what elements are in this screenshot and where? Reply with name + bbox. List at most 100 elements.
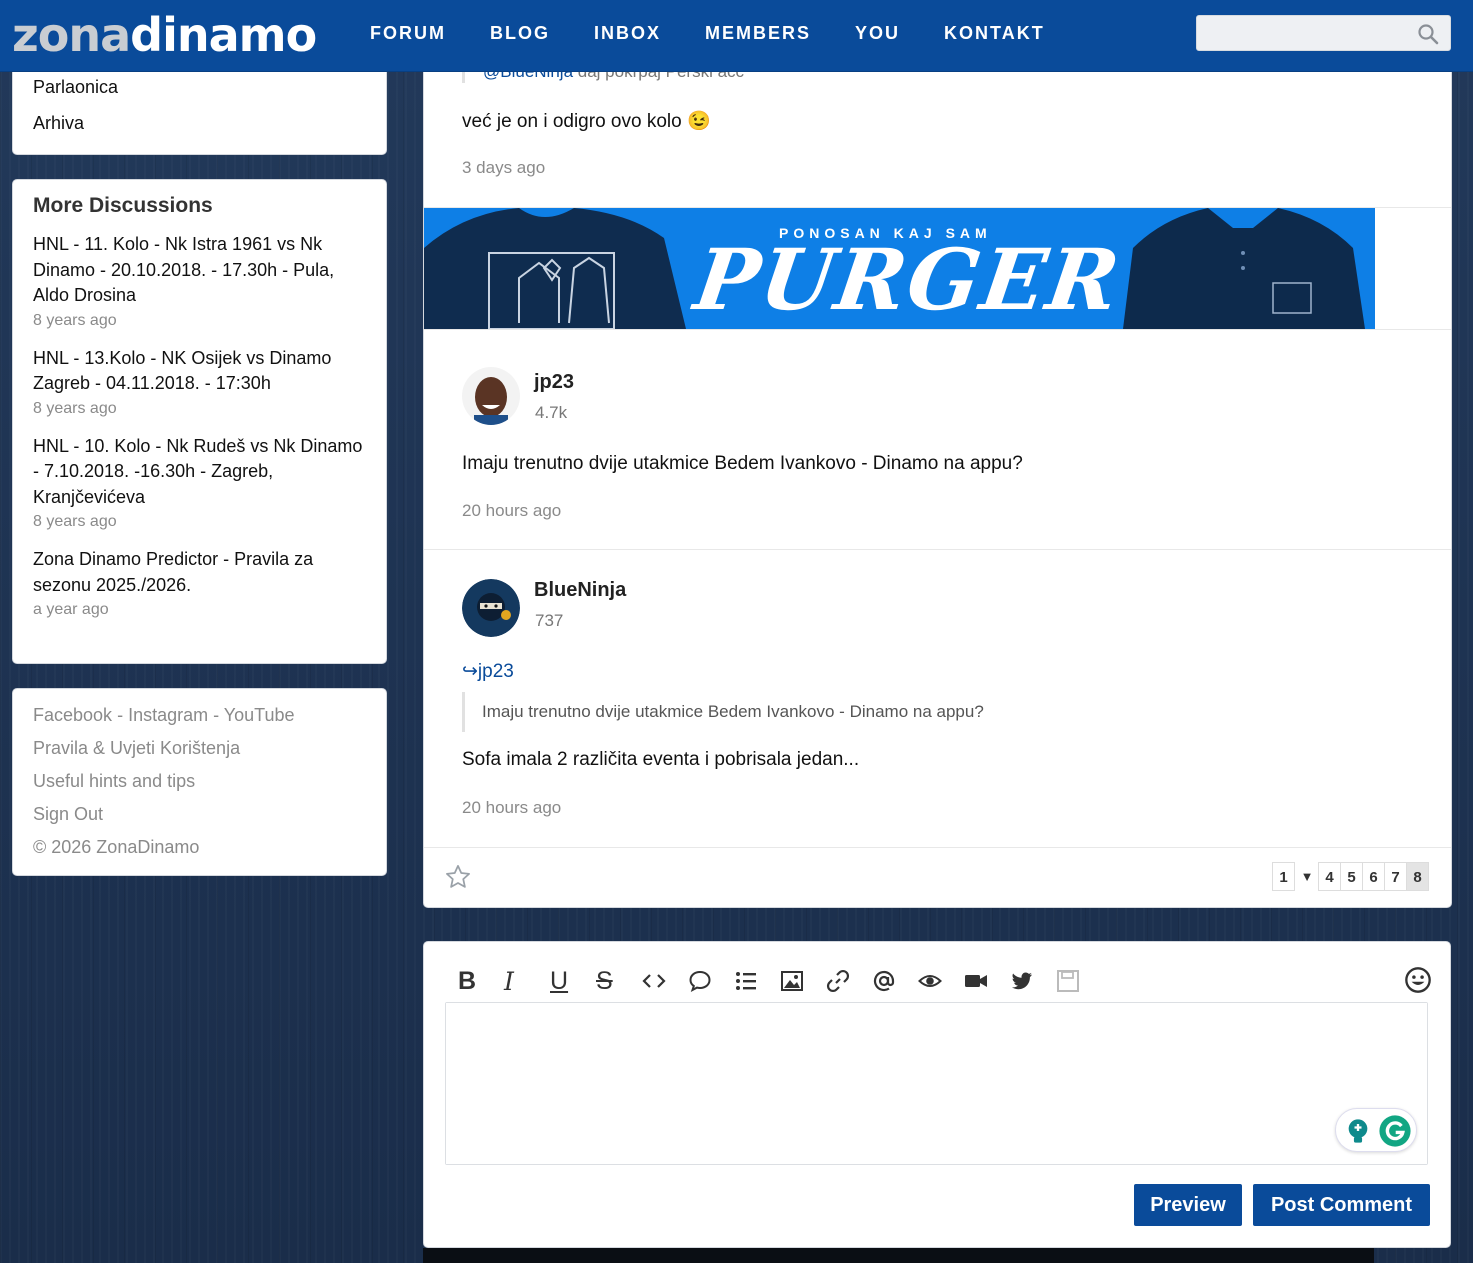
code-button[interactable] <box>642 965 688 997</box>
editor-toolbar: B I U S <box>458 965 1102 997</box>
italic-button[interactable]: I <box>504 965 550 997</box>
nav-members[interactable]: MEMBERS <box>683 23 833 44</box>
code-icon <box>642 974 666 988</box>
image-button[interactable] <box>780 965 826 997</box>
preview-button[interactable]: Preview <box>1134 1184 1242 1226</box>
category-parlaonica[interactable]: Parlaonica <box>33 77 118 98</box>
quote-button[interactable] <box>688 965 734 997</box>
list-item[interactable]: Zona Dinamo Predictor - Pravila za sezon… <box>33 547 366 619</box>
discussion-age: 8 years ago <box>33 399 117 417</box>
search-box <box>1196 15 1451 51</box>
username[interactable]: BlueNinja <box>534 579 626 602</box>
search-input[interactable] <box>1197 16 1407 50</box>
page-jump-icon[interactable]: ▼ <box>1295 862 1319 891</box>
bold-button[interactable]: B <box>458 965 504 997</box>
list-icon <box>736 972 756 990</box>
page-link-7[interactable]: 7 <box>1384 862 1407 891</box>
reply-arrow-icon: ↪ <box>462 661 478 682</box>
discussion-title[interactable]: Zona Dinamo Predictor - Pravila za sezon… <box>33 547 366 598</box>
page-link-5[interactable]: 5 <box>1340 862 1363 891</box>
list-item[interactable]: HNL - 13.Kolo - NK Osijek vs Dinamo Zagr… <box>33 346 366 418</box>
logo-part-zona: zona <box>12 8 131 62</box>
list-item[interactable]: HNL - 11. Kolo - Nk Istra 1961 vs Nk Din… <box>33 232 366 330</box>
username[interactable]: jp23 <box>534 371 574 394</box>
nav-inbox[interactable]: INBOX <box>572 23 683 44</box>
video-button[interactable] <box>964 965 1010 997</box>
comment-body: Sofa imala 2 različita eventa i pobrisal… <box>462 749 860 770</box>
link-button[interactable] <box>826 965 872 997</box>
category-arhiva[interactable]: Arhiva <box>33 113 84 134</box>
save-draft-button[interactable] <box>1056 965 1102 997</box>
post-comment-button[interactable]: Post Comment <box>1253 1184 1430 1226</box>
nav-kontakt[interactable]: KONTAKT <box>922 23 1067 44</box>
video-camera-icon <box>965 975 987 987</box>
sign-out-link[interactable]: Sign Out <box>33 802 366 835</box>
banner-title: PURGER <box>689 230 1127 329</box>
comment-partial: @BlueNinja daj pokrpaj Perski acc već je… <box>424 61 1451 207</box>
site-logo[interactable]: zonadinamo <box>12 8 317 62</box>
comment-body: Imaju trenutno dvije utakmice Bedem Ivan… <box>462 453 1023 474</box>
search-icon[interactable] <box>1416 22 1440 46</box>
comment-time[interactable]: 20 hours ago <box>462 798 561 818</box>
comment-textarea[interactable] <box>446 1003 1427 1164</box>
separator: - <box>112 705 129 725</box>
user-avatar[interactable] <box>462 367 520 425</box>
list-button[interactable] <box>734 965 780 997</box>
nav-forum[interactable]: FORUM <box>348 23 468 44</box>
underline-button[interactable]: U <box>550 965 596 997</box>
eye-icon <box>918 975 942 987</box>
user-avatar[interactable] <box>462 579 520 637</box>
user-post-count: 4.7k <box>535 403 568 422</box>
list-item[interactable]: HNL - 10. Kolo - Nk Rudeš vs Nk Dinamo -… <box>33 434 366 532</box>
copyright-text: © 2026 ZonaDinamo <box>33 837 200 857</box>
page-link-1[interactable]: 1 <box>1272 862 1295 891</box>
nav-you[interactable]: YOU <box>833 23 922 44</box>
rules-link[interactable]: Pravila & Uvjeti Korištenja <box>33 736 366 769</box>
lightbulb-icon[interactable] <box>1344 1117 1372 1145</box>
quote-block: Imaju trenutno dvije utakmice Bedem Ivan… <box>462 692 984 732</box>
reply-to-link[interactable]: ↪jp23 <box>462 660 514 683</box>
comment: BlueNinja 737 ↪jp23 Imaju trenutno dvije… <box>424 549 1451 847</box>
thread-footer: 1 ▼ 4 5 6 7 8 <box>424 848 1451 907</box>
pagination: 1 ▼ 4 5 6 7 8 <box>1272 862 1429 891</box>
ad-banner[interactable]: PONOSAN KAJ SAM PURGER <box>424 208 1375 329</box>
mention-button[interactable] <box>872 965 918 997</box>
instagram-link[interactable]: Instagram <box>128 705 208 725</box>
more-discussions-card: More Discussions HNL - 11. Kolo - Nk Ist… <box>12 179 387 664</box>
discussion-title[interactable]: HNL - 13.Kolo - NK Osijek vs Dinamo Zagr… <box>33 346 366 397</box>
categories-card: Parlaonica Arhiva <box>12 60 387 155</box>
top-navigation-bar: zonadinamo FORUM BLOG INBOX MEMBERS YOU … <box>0 0 1473 72</box>
page-link-6[interactable]: 6 <box>1362 862 1385 891</box>
star-icon[interactable] <box>444 863 472 891</box>
discussion-age: a year ago <box>33 601 109 618</box>
spoiler-button[interactable] <box>918 965 964 997</box>
floppy-disk-icon <box>1057 970 1079 992</box>
page-link-4[interactable]: 4 <box>1318 862 1341 891</box>
more-discussions-title: More Discussions <box>33 194 213 217</box>
link-icon <box>826 969 850 993</box>
grammarly-g-icon[interactable] <box>1378 1114 1412 1148</box>
comment-text: već je on i odigro ovo kolo <box>462 111 682 132</box>
comment-time[interactable]: 20 hours ago <box>462 501 561 521</box>
reply-to-user: jp23 <box>477 661 514 682</box>
page-link-8-current[interactable]: 8 <box>1406 862 1429 891</box>
discussion-age: 8 years ago <box>33 513 117 530</box>
nav-blog[interactable]: BLOG <box>468 23 572 44</box>
smiley-face-icon[interactable] <box>1404 966 1432 994</box>
tshirt-image <box>424 208 686 329</box>
discussion-title[interactable]: HNL - 10. Kolo - Nk Rudeš vs Nk Dinamo -… <box>33 434 366 511</box>
strikethrough-button[interactable]: S <box>596 965 642 997</box>
discussion-title[interactable]: HNL - 11. Kolo - Nk Istra 1961 vs Nk Din… <box>33 232 366 309</box>
facebook-link[interactable]: Facebook <box>33 705 112 725</box>
logo-part-dinamo: dinamo <box>130 8 317 62</box>
comment-composer: B I U S Preview Post Comment <box>423 941 1451 1248</box>
social-links-row: Facebook - Instagram - YouTube <box>33 703 366 736</box>
speech-bubble-icon <box>689 970 711 993</box>
hints-link[interactable]: Useful hints and tips <box>33 769 366 802</box>
discussion-age: 8 years ago <box>33 311 117 329</box>
youtube-link[interactable]: YouTube <box>224 705 295 725</box>
comment-time[interactable]: 3 days ago <box>462 158 545 178</box>
grammarly-widget[interactable] <box>1335 1108 1417 1152</box>
twitter-button[interactable] <box>1010 965 1056 997</box>
main-nav: FORUM BLOG INBOX MEMBERS YOU KONTAKT <box>348 0 1067 66</box>
